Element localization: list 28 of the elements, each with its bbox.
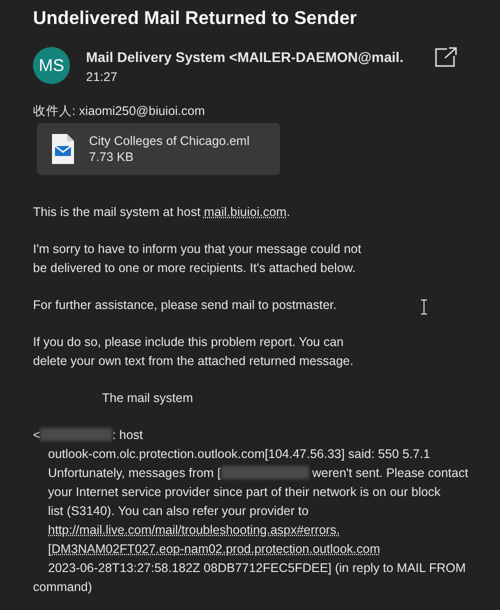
recipient-line: 收件人: xiaomi250@biuioi.com [33, 103, 205, 120]
body-text: your Internet service provider since part of their network is on our block [48, 484, 441, 501]
mail-file-icon [51, 133, 75, 165]
body-text: outlook-com.olc.protection.outlook.com[104.47.56.33] said: 550 5.7.1 [48, 446, 430, 463]
body-text: The mail system [102, 390, 193, 407]
body-text: 2023-06-28T13:27:58.182Z 08DB7712FEC5FDEE] (in reply to MAIL FROM [48, 560, 466, 577]
body-text: Unfortunately, messages from [ weren't sent. Please contact [48, 465, 468, 482]
link[interactable]: mail.biuioi.com [204, 205, 287, 219]
attachment-name: City Colleges of Chicago.eml [89, 133, 250, 149]
sent-time: 21:27 [86, 69, 118, 86]
body-text: list (S3140). You can also refer your provider to [48, 503, 309, 520]
mail-subject: Undelivered Mail Returned to Sender [33, 6, 357, 30]
open-in-window-icon[interactable] [434, 46, 458, 68]
body-text: delete your own text from the attached returned message. [33, 353, 354, 370]
body-text: If you do so, please include this problem report. You can [33, 334, 344, 351]
attachment-size: 7.73 KB [89, 149, 134, 165]
body-text: < : host [33, 427, 143, 444]
avatar: MS [33, 47, 70, 84]
link[interactable]: http://mail.live.com/mail/troubleshooting.aspx#errors. [48, 523, 340, 537]
body-text: command) [33, 579, 92, 596]
text-cursor-icon [420, 299, 428, 315]
sender-name: Mail Delivery System <MAILER-DAEMON@mail. [86, 48, 404, 66]
body-text: be delivered to one or more recipients. It's attached below. [33, 260, 356, 277]
attachment-card[interactable]: City Colleges of Chicago.eml 7.73 KB [37, 123, 280, 175]
body-text: I'm sorry to have to inform you that your message could not [33, 241, 362, 258]
link[interactable]: [DM3NAM02FT027.eop-nam02.prod.protection.outlook.com [48, 542, 380, 556]
body-text: For further assistance, please send mail to postmaster. [33, 297, 337, 314]
body-text: This is the mail system at host mail.biuioi.com. [33, 204, 290, 221]
